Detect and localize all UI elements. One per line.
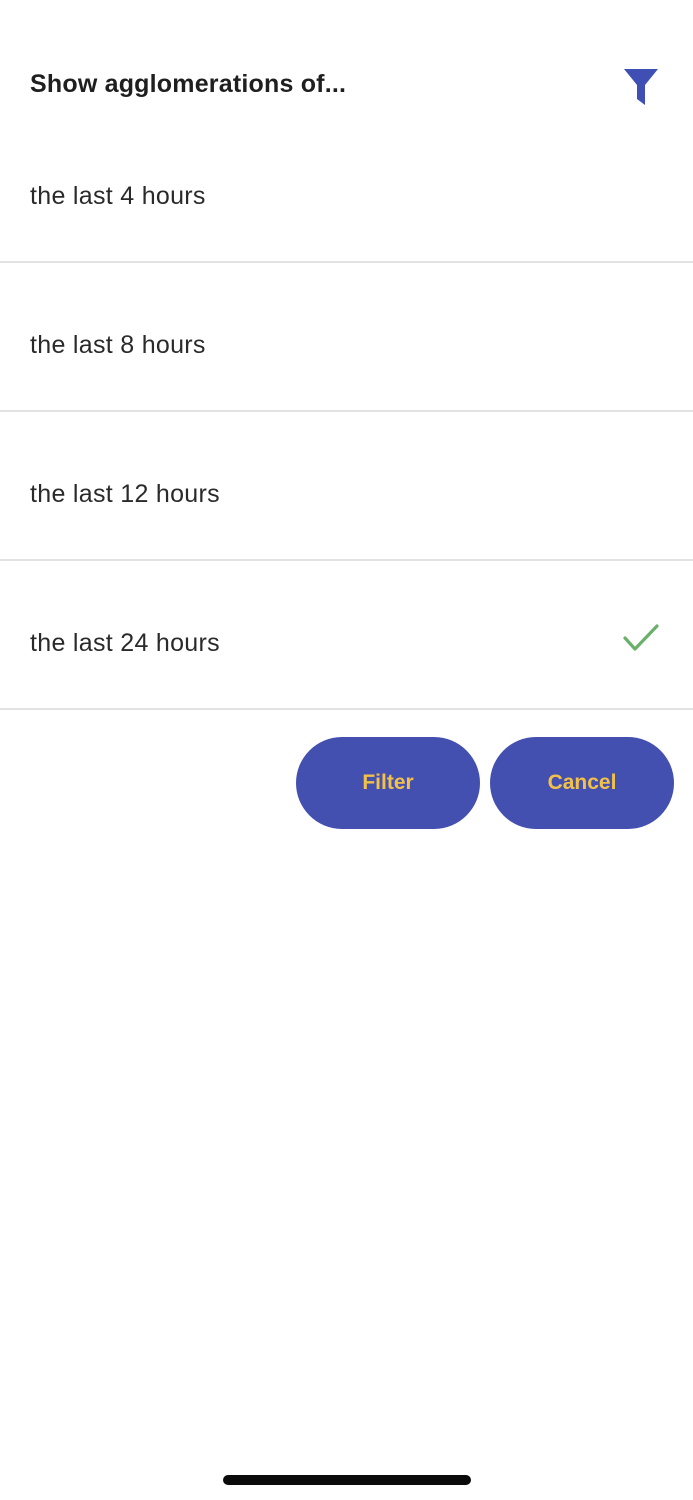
action-buttons: Filter Cancel: [0, 737, 693, 829]
option-label: the last 8 hours: [30, 331, 206, 359]
home-indicator[interactable]: [223, 1475, 471, 1485]
filter-icon[interactable]: [623, 68, 659, 106]
option-row-8-hours[interactable]: the last 8 hours: [0, 263, 693, 412]
page-title: Show agglomerations of...: [30, 70, 347, 98]
option-label: the last 24 hours: [30, 629, 220, 657]
option-row-4-hours[interactable]: the last 4 hours: [0, 132, 693, 263]
option-label: the last 4 hours: [30, 182, 206, 210]
filter-button[interactable]: Filter: [296, 737, 480, 829]
checkmark-icon: [623, 624, 659, 651]
option-label: the last 12 hours: [30, 480, 220, 508]
option-row-24-hours[interactable]: the last 24 hours: [0, 561, 693, 710]
time-range-options: the last 4 hours the last 8 hours the la…: [0, 132, 693, 710]
filter-screen: Show agglomerations of... the last 4 hou…: [0, 0, 693, 1500]
header: Show agglomerations of...: [0, 40, 693, 132]
cancel-button[interactable]: Cancel: [490, 737, 674, 829]
option-row-12-hours[interactable]: the last 12 hours: [0, 412, 693, 561]
